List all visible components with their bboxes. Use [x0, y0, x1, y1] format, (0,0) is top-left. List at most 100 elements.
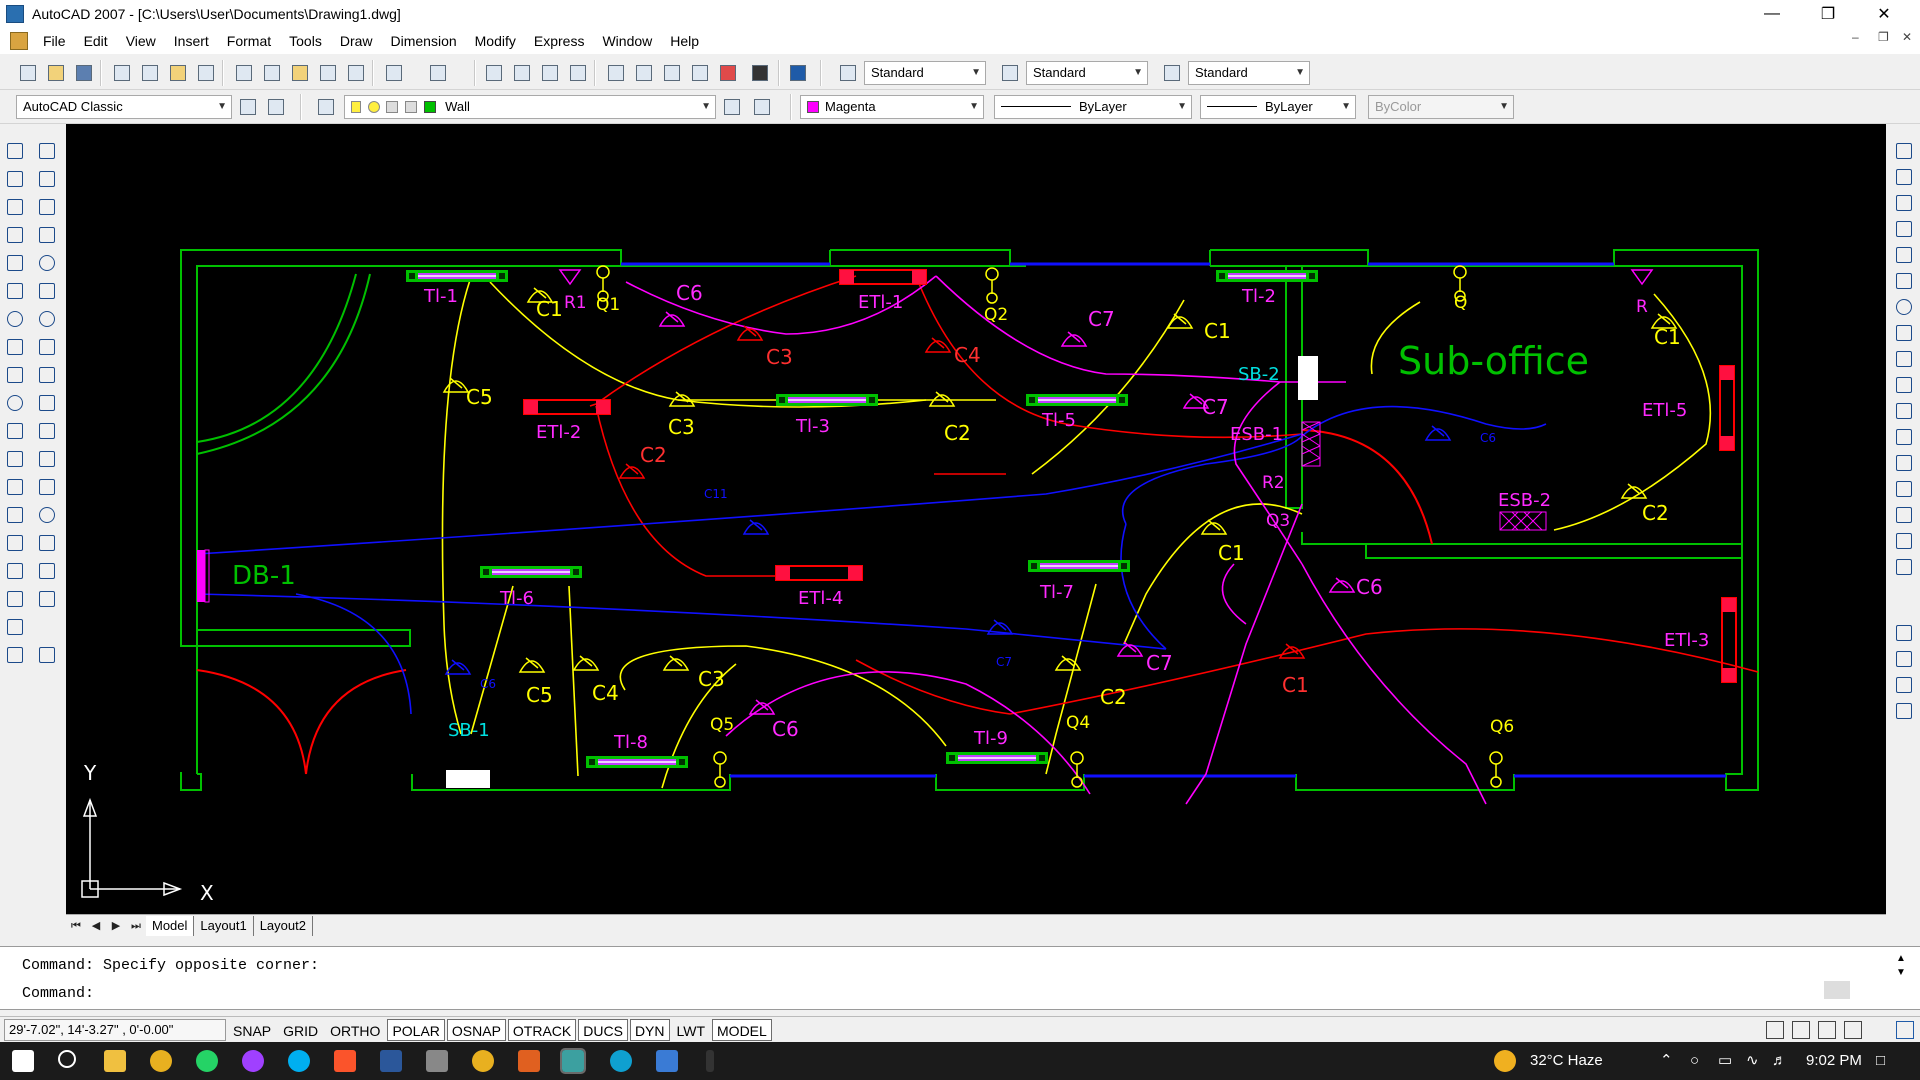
- first-tab-icon[interactable]: ⏮: [66, 917, 86, 935]
- coordinates-readout[interactable]: 29'-7.02", 14'-3.27" , 0'-0.00": [4, 1018, 226, 1041]
- open-icon[interactable]: [44, 61, 68, 85]
- region-icon[interactable]: [4, 588, 26, 610]
- radius-icon[interactable]: [36, 252, 58, 274]
- autocad-app-icon[interactable]: [6, 5, 24, 23]
- menu-file[interactable]: File: [34, 33, 75, 49]
- zoom-previous-icon[interactable]: [566, 61, 590, 85]
- command-prompt[interactable]: Command:: [22, 985, 94, 1002]
- menu-window[interactable]: Window: [593, 33, 661, 49]
- erase-icon[interactable]: [1893, 140, 1915, 162]
- close-button[interactable]: ✕: [1856, 0, 1912, 28]
- diameter-icon[interactable]: [36, 308, 58, 330]
- ducs-toggle[interactable]: DUCS: [578, 1018, 628, 1041]
- table-icon[interactable]: [4, 616, 26, 638]
- doc-minimize-icon[interactable]: –: [1852, 30, 1859, 44]
- baseline-icon[interactable]: [36, 392, 58, 414]
- rotate-icon[interactable]: [1893, 296, 1915, 318]
- spline-icon[interactable]: [4, 364, 26, 386]
- ellipse-arc-icon[interactable]: [4, 420, 26, 442]
- explode-icon[interactable]: [1893, 556, 1915, 578]
- communication-center-icon[interactable]: [1766, 1021, 1784, 1039]
- messenger-icon[interactable]: [242, 1050, 264, 1072]
- quick-leader-icon[interactable]: [36, 448, 58, 470]
- tool-palettes-icon[interactable]: [660, 61, 684, 85]
- design-center-icon[interactable]: [632, 61, 656, 85]
- polar-toggle[interactable]: POLAR: [387, 1018, 445, 1041]
- menu-tools[interactable]: Tools: [280, 33, 331, 49]
- menu-edit[interactable]: Edit: [75, 33, 117, 49]
- new-icon[interactable]: [16, 61, 40, 85]
- help-icon[interactable]: [786, 61, 810, 85]
- cut-icon[interactable]: [232, 61, 256, 85]
- table-style-select[interactable]: Standard ▼: [1188, 61, 1310, 85]
- layer-previous-icon[interactable]: [750, 95, 774, 119]
- line-icon[interactable]: [4, 140, 26, 162]
- jogged-icon[interactable]: [36, 280, 58, 302]
- clock-time[interactable]: 9:02 PM: [1806, 1042, 1862, 1080]
- menu-modify[interactable]: Modify: [466, 33, 525, 49]
- join-icon[interactable]: [1893, 478, 1915, 500]
- restore-button[interactable]: ❐: [1800, 0, 1856, 28]
- color-select[interactable]: Magenta ▼: [800, 95, 984, 119]
- construction-line-icon[interactable]: [4, 168, 26, 190]
- workspace-select[interactable]: AutoCAD Classic ▼: [16, 95, 232, 119]
- drawing-canvas[interactable]: Tl-1 Tl-2 Tl-3 Tl-5 Tl-6 Tl-7 Tl-8 Tl-9 ETl-1 ETl…: [66, 124, 1886, 916]
- lock-icon[interactable]: [1792, 1021, 1810, 1039]
- break-at-point-icon[interactable]: [1893, 426, 1915, 448]
- arc-length-icon[interactable]: [36, 196, 58, 218]
- send-under-icon[interactable]: [1893, 700, 1915, 722]
- extend-icon[interactable]: [1893, 400, 1915, 422]
- skype-icon[interactable]: [288, 1050, 310, 1072]
- chrome-icon[interactable]: [150, 1050, 172, 1072]
- undo-icon[interactable]: [382, 61, 406, 85]
- tray-settings-icon[interactable]: [1818, 1021, 1836, 1039]
- search-icon[interactable]: [58, 1050, 76, 1068]
- pin-icon[interactable]: [706, 1050, 714, 1072]
- dimension-text-edit-icon[interactable]: [36, 560, 58, 582]
- mirror-icon[interactable]: [1893, 192, 1915, 214]
- ellipse-icon[interactable]: [4, 392, 26, 414]
- snap-toggle[interactable]: SNAP: [228, 1019, 276, 1041]
- menu-view[interactable]: View: [117, 33, 165, 49]
- ortho-toggle[interactable]: ORTHO: [325, 1019, 385, 1041]
- dimension-style-icon[interactable]: [36, 644, 58, 666]
- menu-draw[interactable]: Draw: [331, 33, 382, 49]
- properties-icon[interactable]: [604, 61, 628, 85]
- polyline-icon[interactable]: [4, 196, 26, 218]
- whatsapp-icon[interactable]: [196, 1050, 218, 1072]
- volume-icon[interactable]: ♬: [1772, 1042, 1787, 1080]
- otrack-toggle[interactable]: OTRACK: [507, 1018, 577, 1041]
- tolerance-icon[interactable]: [36, 476, 58, 498]
- text-style-icon[interactable]: [836, 61, 860, 85]
- continue-icon[interactable]: [36, 420, 58, 442]
- copy-object-icon[interactable]: [1893, 166, 1915, 188]
- chamfer-icon[interactable]: [1893, 504, 1915, 526]
- tab-layout1[interactable]: Layout1: [194, 915, 254, 936]
- menu-express[interactable]: Express: [525, 33, 594, 49]
- offset-icon[interactable]: [1893, 218, 1915, 240]
- linear-dimension-icon[interactable]: [36, 140, 58, 162]
- insert-block-icon[interactable]: [4, 448, 26, 470]
- linetype-select[interactable]: ByLayer ▼: [994, 95, 1192, 119]
- document-icon[interactable]: [10, 32, 28, 50]
- brave-icon[interactable]: [334, 1050, 356, 1072]
- minimize-button[interactable]: —: [1744, 0, 1800, 28]
- dim-style-select[interactable]: Standard ▼: [1026, 61, 1148, 85]
- dimension-edit-icon[interactable]: [36, 532, 58, 554]
- model-toggle[interactable]: MODEL: [712, 1018, 772, 1041]
- redo-icon[interactable]: [426, 61, 450, 85]
- calculator-icon[interactable]: [748, 61, 772, 85]
- match-properties-icon[interactable]: [316, 61, 340, 85]
- dim-style-icon[interactable]: [998, 61, 1022, 85]
- make-object-layer-current-icon[interactable]: [720, 95, 744, 119]
- stretch-icon[interactable]: [1893, 348, 1915, 370]
- center-mark-icon[interactable]: [36, 504, 58, 526]
- last-tab-icon[interactable]: ⏭: [126, 917, 146, 935]
- app-icon[interactable]: [426, 1050, 448, 1072]
- copy-icon[interactable]: [260, 61, 284, 85]
- windows-start-icon[interactable]: [12, 1050, 34, 1072]
- circle-icon[interactable]: [4, 308, 26, 330]
- text-style-select[interactable]: Standard ▼: [864, 61, 986, 85]
- file-explorer-icon[interactable]: [104, 1050, 126, 1072]
- markup-icon[interactable]: [716, 61, 740, 85]
